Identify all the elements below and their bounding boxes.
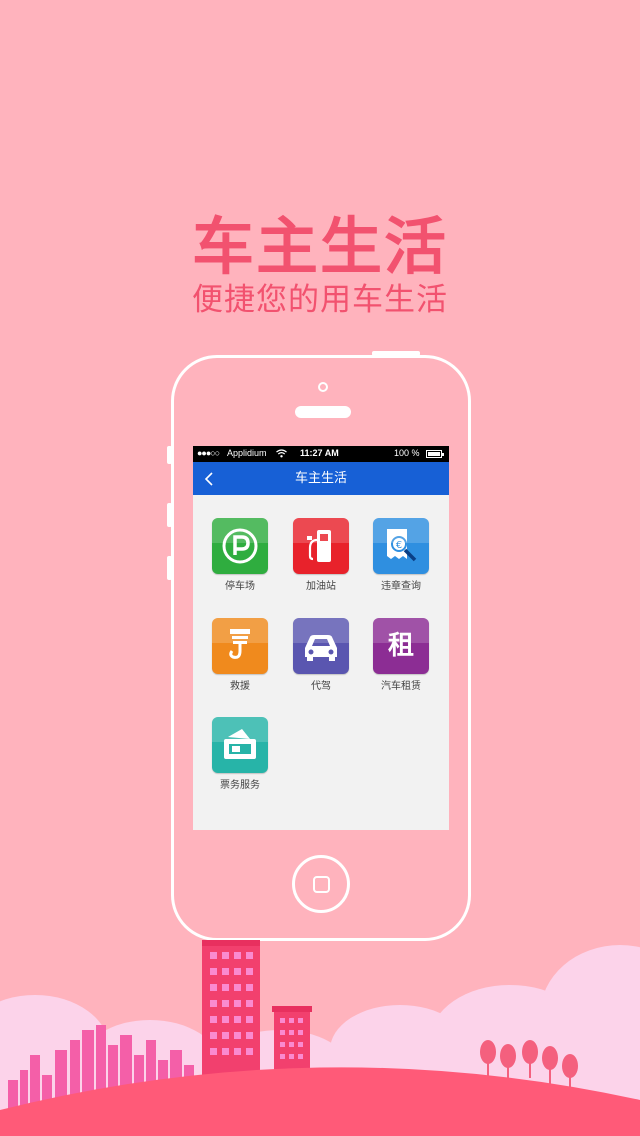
rescue-tile <box>212 618 268 674</box>
tow-hook-icon <box>229 629 250 659</box>
volume-up-button <box>167 503 172 527</box>
gas-station-tile <box>293 518 349 574</box>
service-rescue[interactable]: 救援 <box>200 618 280 694</box>
battery-icon <box>426 450 444 458</box>
driver-tile <box>293 618 349 674</box>
car-icon <box>305 635 337 661</box>
mute-switch <box>167 446 172 464</box>
ticketing-tile <box>212 717 268 773</box>
signal-strength: ●●●○○ <box>197 448 220 458</box>
promo-subline: 便捷您的用车生活 <box>192 282 448 318</box>
ticket-search-icon: € <box>387 529 417 562</box>
service-label: 停车场 <box>225 581 255 592</box>
speaker-grille <box>295 406 351 418</box>
carrier-name: Applidium <box>227 448 267 458</box>
service-violation-query[interactable]: € 违章查询 <box>361 518 441 594</box>
promo-headline: 车主生活 <box>191 210 448 283</box>
home-button[interactable] <box>292 855 350 913</box>
service-label: 违章查询 <box>381 581 421 592</box>
service-label: 加油站 <box>306 581 336 592</box>
status-bar: ●●●○○ Applidium 11:27 AM 100 % <box>193 446 449 462</box>
city-skyline-illustration <box>0 940 640 1136</box>
wifi-icon <box>276 449 287 458</box>
parking-tile <box>212 518 268 574</box>
battery-percent: 100 % <box>394 448 420 458</box>
service-car-rental[interactable]: 租 汽车租赁 <box>361 618 441 694</box>
home-square-icon <box>313 876 330 893</box>
rental-tile: 租 <box>373 618 429 674</box>
service-designated-driver[interactable]: 代驾 <box>281 618 361 694</box>
fuel-pump-icon <box>307 530 331 562</box>
parking-icon <box>222 528 258 564</box>
camera-icon <box>318 382 328 392</box>
service-ticketing[interactable]: 票务服务 <box>200 717 280 793</box>
volume-down-button <box>167 556 172 580</box>
ticket-icon <box>224 729 256 759</box>
service-label: 救援 <box>230 681 250 692</box>
service-label: 代驾 <box>311 681 331 692</box>
service-parking[interactable]: 停车场 <box>200 518 280 594</box>
power-button <box>372 351 420 356</box>
nav-title: 车主生活 <box>294 471 347 486</box>
phone-screen: ●●●○○ Applidium 11:27 AM 100 % 车主生活 停车场 … <box>193 446 449 830</box>
violation-tile: € <box>373 518 429 574</box>
rental-icon: 租 <box>387 631 414 661</box>
clock: 11:27 AM <box>300 448 339 458</box>
nav-bar: 车主生活 <box>193 462 449 495</box>
svg-text:€: € <box>396 540 402 551</box>
service-gas-station[interactable]: 加油站 <box>281 518 361 594</box>
service-label: 票务服务 <box>220 780 260 791</box>
service-label: 汽车租赁 <box>381 681 421 692</box>
